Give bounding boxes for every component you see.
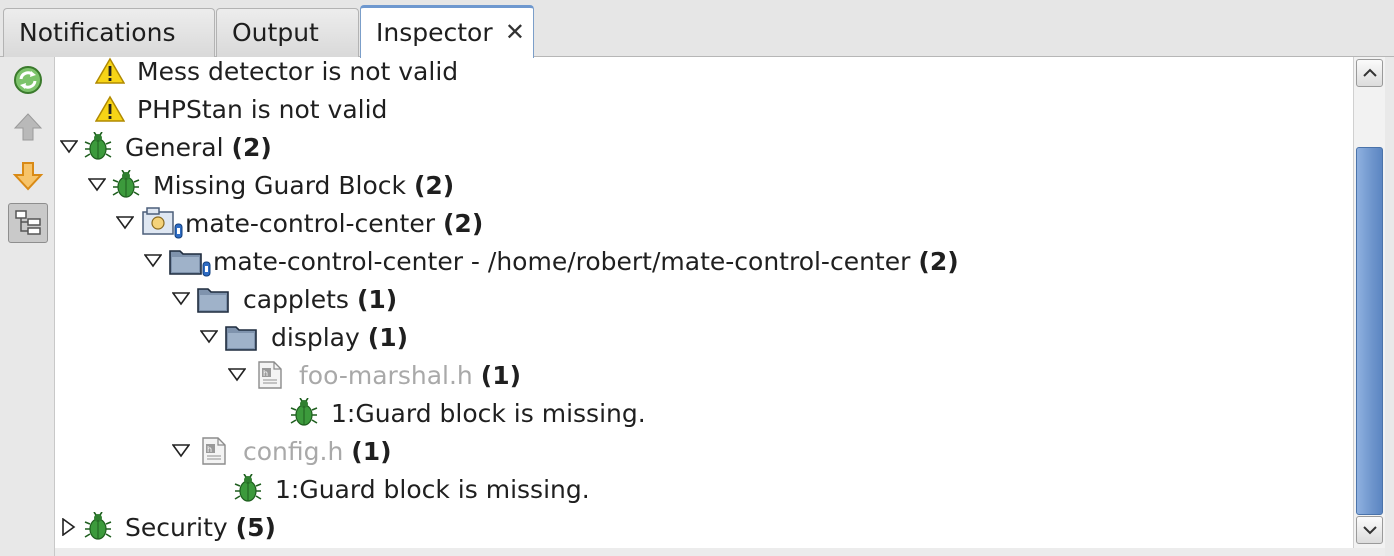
tree-item-count: (2) bbox=[443, 208, 484, 238]
expanded-triangle-icon[interactable] bbox=[139, 242, 167, 280]
bug-icon bbox=[233, 470, 263, 508]
previous-button[interactable] bbox=[8, 107, 48, 147]
tree-view-toggle[interactable] bbox=[8, 203, 48, 243]
tree-node-general[interactable]: General (2) bbox=[55, 128, 272, 166]
close-icon[interactable]: ✕ bbox=[505, 8, 525, 57]
tree-item-label: Missing Guard Block bbox=[153, 170, 406, 200]
tree-item-label: mate-control-center bbox=[185, 208, 435, 238]
warning-icon bbox=[95, 57, 125, 90]
tree-node-display[interactable]: display (1) bbox=[195, 318, 408, 356]
tree-node-security[interactable]: Security (5) bbox=[55, 508, 276, 546]
tab-inspector[interactable]: Inspector ✕ bbox=[360, 5, 534, 58]
tree-item-label: 1:Guard block is missing. bbox=[275, 474, 590, 504]
refresh-button[interactable] bbox=[8, 60, 48, 100]
tree-item-label: mate-control-center - /home/robert/mate-… bbox=[213, 246, 911, 276]
tree-item-count: (5) bbox=[235, 512, 276, 542]
expanded-triangle-icon[interactable] bbox=[195, 318, 223, 356]
expanded-triangle-icon[interactable] bbox=[167, 432, 195, 470]
tree-item-label: Security bbox=[125, 512, 228, 542]
bug-icon bbox=[83, 508, 113, 546]
expanded-triangle-icon[interactable] bbox=[111, 204, 139, 242]
tree-view-icon bbox=[15, 210, 41, 235]
tree-item-count: (1) bbox=[367, 322, 409, 352]
resize-grip[interactable] bbox=[1385, 57, 1394, 556]
arrow-up-icon bbox=[13, 113, 43, 141]
tree-node-project[interactable]: mate-control-center (2) bbox=[111, 204, 483, 242]
tree-item-label: Mess detector is not valid bbox=[137, 57, 459, 86]
svg-text:h: h bbox=[207, 445, 212, 454]
tree-node-missing-guard-block[interactable]: Missing Guard Block (2) bbox=[83, 166, 454, 204]
scroll-up-button[interactable] bbox=[1356, 59, 1383, 87]
tree-node-capplets[interactable]: capplets (1) bbox=[167, 280, 397, 318]
source-folder-icon bbox=[167, 242, 213, 280]
tab-notifications-label: Notifications bbox=[19, 18, 176, 47]
tab-output-label: Output bbox=[232, 18, 319, 47]
scrollbar-thumb[interactable] bbox=[1356, 147, 1383, 515]
tree-item-count: (1) bbox=[351, 436, 392, 466]
tree-item-count: (2) bbox=[413, 170, 455, 200]
warning-icon bbox=[95, 90, 125, 128]
header-file-icon: h bbox=[251, 356, 287, 394]
tree-item-label: 1:Guard block is missing. bbox=[331, 398, 646, 428]
tab-output[interactable]: Output bbox=[216, 8, 359, 57]
inspector-tree: Mess detector is not valid PHPStan is no… bbox=[55, 57, 1353, 548]
tree-node-source-root[interactable]: mate-control-center - /home/robert/mate-… bbox=[139, 242, 959, 280]
tree-item-count: (1) bbox=[480, 360, 522, 390]
tree-node-foo-marshal[interactable]: h foo-marshal.h (1) bbox=[223, 356, 521, 394]
list-item[interactable]: Mess detector is not valid bbox=[95, 57, 458, 90]
folder-icon bbox=[195, 280, 231, 318]
bug-icon bbox=[289, 394, 319, 432]
scroll-down-button[interactable] bbox=[1356, 516, 1383, 544]
chevron-down-icon bbox=[1362, 526, 1377, 535]
refresh-icon bbox=[14, 66, 42, 94]
list-item[interactable]: PHPStan is not valid bbox=[95, 90, 387, 128]
list-item[interactable]: 1:Guard block is missing. bbox=[289, 394, 646, 432]
tree-item-count: (2) bbox=[231, 132, 272, 162]
tree-item-label: capplets bbox=[243, 284, 349, 314]
expanded-triangle-icon[interactable] bbox=[167, 280, 195, 318]
list-item[interactable]: 1:Guard block is missing. bbox=[233, 470, 590, 508]
next-button[interactable] bbox=[8, 156, 48, 196]
arrow-down-icon bbox=[12, 162, 44, 191]
tab-notifications[interactable]: Notifications bbox=[3, 8, 215, 57]
svg-text:h: h bbox=[263, 369, 268, 378]
chevron-up-icon bbox=[1362, 68, 1377, 77]
expanded-triangle-icon[interactable] bbox=[55, 128, 83, 166]
tree-item-label: PHPStan is not valid bbox=[137, 94, 388, 124]
bug-icon bbox=[111, 166, 141, 204]
tree-node-config[interactable]: h config.h (1) bbox=[167, 432, 392, 470]
bug-icon bbox=[83, 128, 113, 166]
tree-item-label: config.h bbox=[243, 436, 344, 466]
collapsed-triangle-icon[interactable] bbox=[55, 508, 83, 546]
expanded-triangle-icon[interactable] bbox=[223, 356, 251, 394]
tab-bar: Notifications Output Inspector ✕ bbox=[0, 0, 1394, 58]
tree-item-count: (2) bbox=[918, 246, 959, 276]
project-icon bbox=[139, 204, 185, 242]
folder-icon bbox=[223, 318, 259, 356]
header-file-icon: h bbox=[195, 432, 231, 470]
tab-inspector-label: Inspector bbox=[376, 18, 493, 47]
expanded-triangle-icon[interactable] bbox=[83, 166, 111, 204]
vertical-scrollbar[interactable] bbox=[1353, 57, 1385, 548]
inspector-toolbar bbox=[0, 57, 55, 556]
tree-item-label: General bbox=[125, 132, 224, 162]
tree-item-label: foo-marshal.h bbox=[299, 360, 473, 390]
tree-item-count: (1) bbox=[356, 284, 398, 314]
tree-item-label: display bbox=[271, 322, 360, 352]
